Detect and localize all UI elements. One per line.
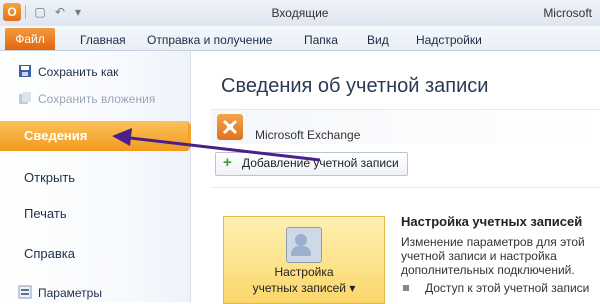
annotation-arrowhead: [112, 128, 132, 146]
annotation-arrow: [112, 128, 321, 162]
annotation-arrow-line: [121, 135, 321, 162]
